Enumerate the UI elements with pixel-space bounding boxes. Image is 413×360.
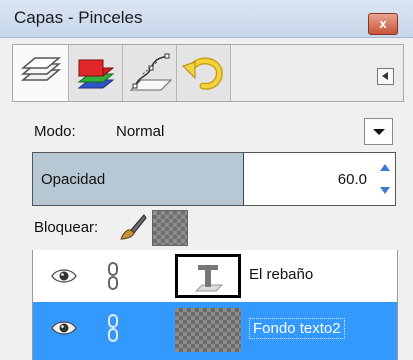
- dock-menu-button[interactable]: [377, 68, 394, 85]
- spin-up-arrow-icon[interactable]: [377, 157, 393, 178]
- opacity-spinner: [377, 157, 393, 201]
- close-icon: x: [379, 16, 387, 31]
- paths-icon: [129, 53, 173, 91]
- opacity-slider[interactable]: Opacidad 60.0: [32, 152, 396, 206]
- title-bar: Capas - Pinceles x: [0, 0, 413, 38]
- paintbrush-icon: [120, 214, 147, 240]
- tab-layers[interactable]: [13, 45, 69, 101]
- tab-channels[interactable]: [69, 45, 123, 101]
- opacity-label: Opacidad: [41, 171, 106, 188]
- eye-icon[interactable]: [51, 320, 77, 336]
- layer-name[interactable]: El rebaño: [249, 266, 313, 283]
- layer-row-selected[interactable]: Fondo texto2: [33, 302, 397, 360]
- layer-row[interactable]: El rebaño: [33, 250, 397, 302]
- dock-tab-bar: [12, 44, 404, 102]
- layer-thumbnail: [175, 254, 241, 298]
- mode-dropdown-button[interactable]: [364, 118, 393, 145]
- tab-paths[interactable]: [123, 45, 177, 101]
- mode-label: Modo:: [34, 123, 76, 140]
- lock-label: Bloquear:: [34, 219, 99, 236]
- chain-link-icon[interactable]: [107, 262, 119, 290]
- close-button[interactable]: x: [368, 13, 398, 35]
- tab-undo-history[interactable]: [177, 45, 231, 101]
- text-layer-icon: [194, 265, 224, 292]
- spin-down-arrow-icon[interactable]: [377, 180, 393, 201]
- opacity-value[interactable]: 60.0: [338, 171, 367, 188]
- window-title: Capas - Pinceles: [14, 8, 143, 27]
- lock-pixels-toggle[interactable]: [118, 212, 148, 246]
- layers-icon: [20, 57, 62, 81]
- layer-thumbnail: [175, 308, 241, 352]
- undo-history-icon: [182, 57, 223, 90]
- layers-list: El rebaño Fondo texto2: [32, 250, 398, 360]
- eye-icon[interactable]: [51, 268, 77, 284]
- mode-value[interactable]: Normal: [116, 123, 164, 140]
- channels-icon: [77, 59, 115, 89]
- layer-name[interactable]: Fondo texto2: [249, 318, 345, 339]
- chain-link-icon[interactable]: [107, 314, 119, 342]
- lock-alpha-toggle[interactable]: [152, 210, 188, 246]
